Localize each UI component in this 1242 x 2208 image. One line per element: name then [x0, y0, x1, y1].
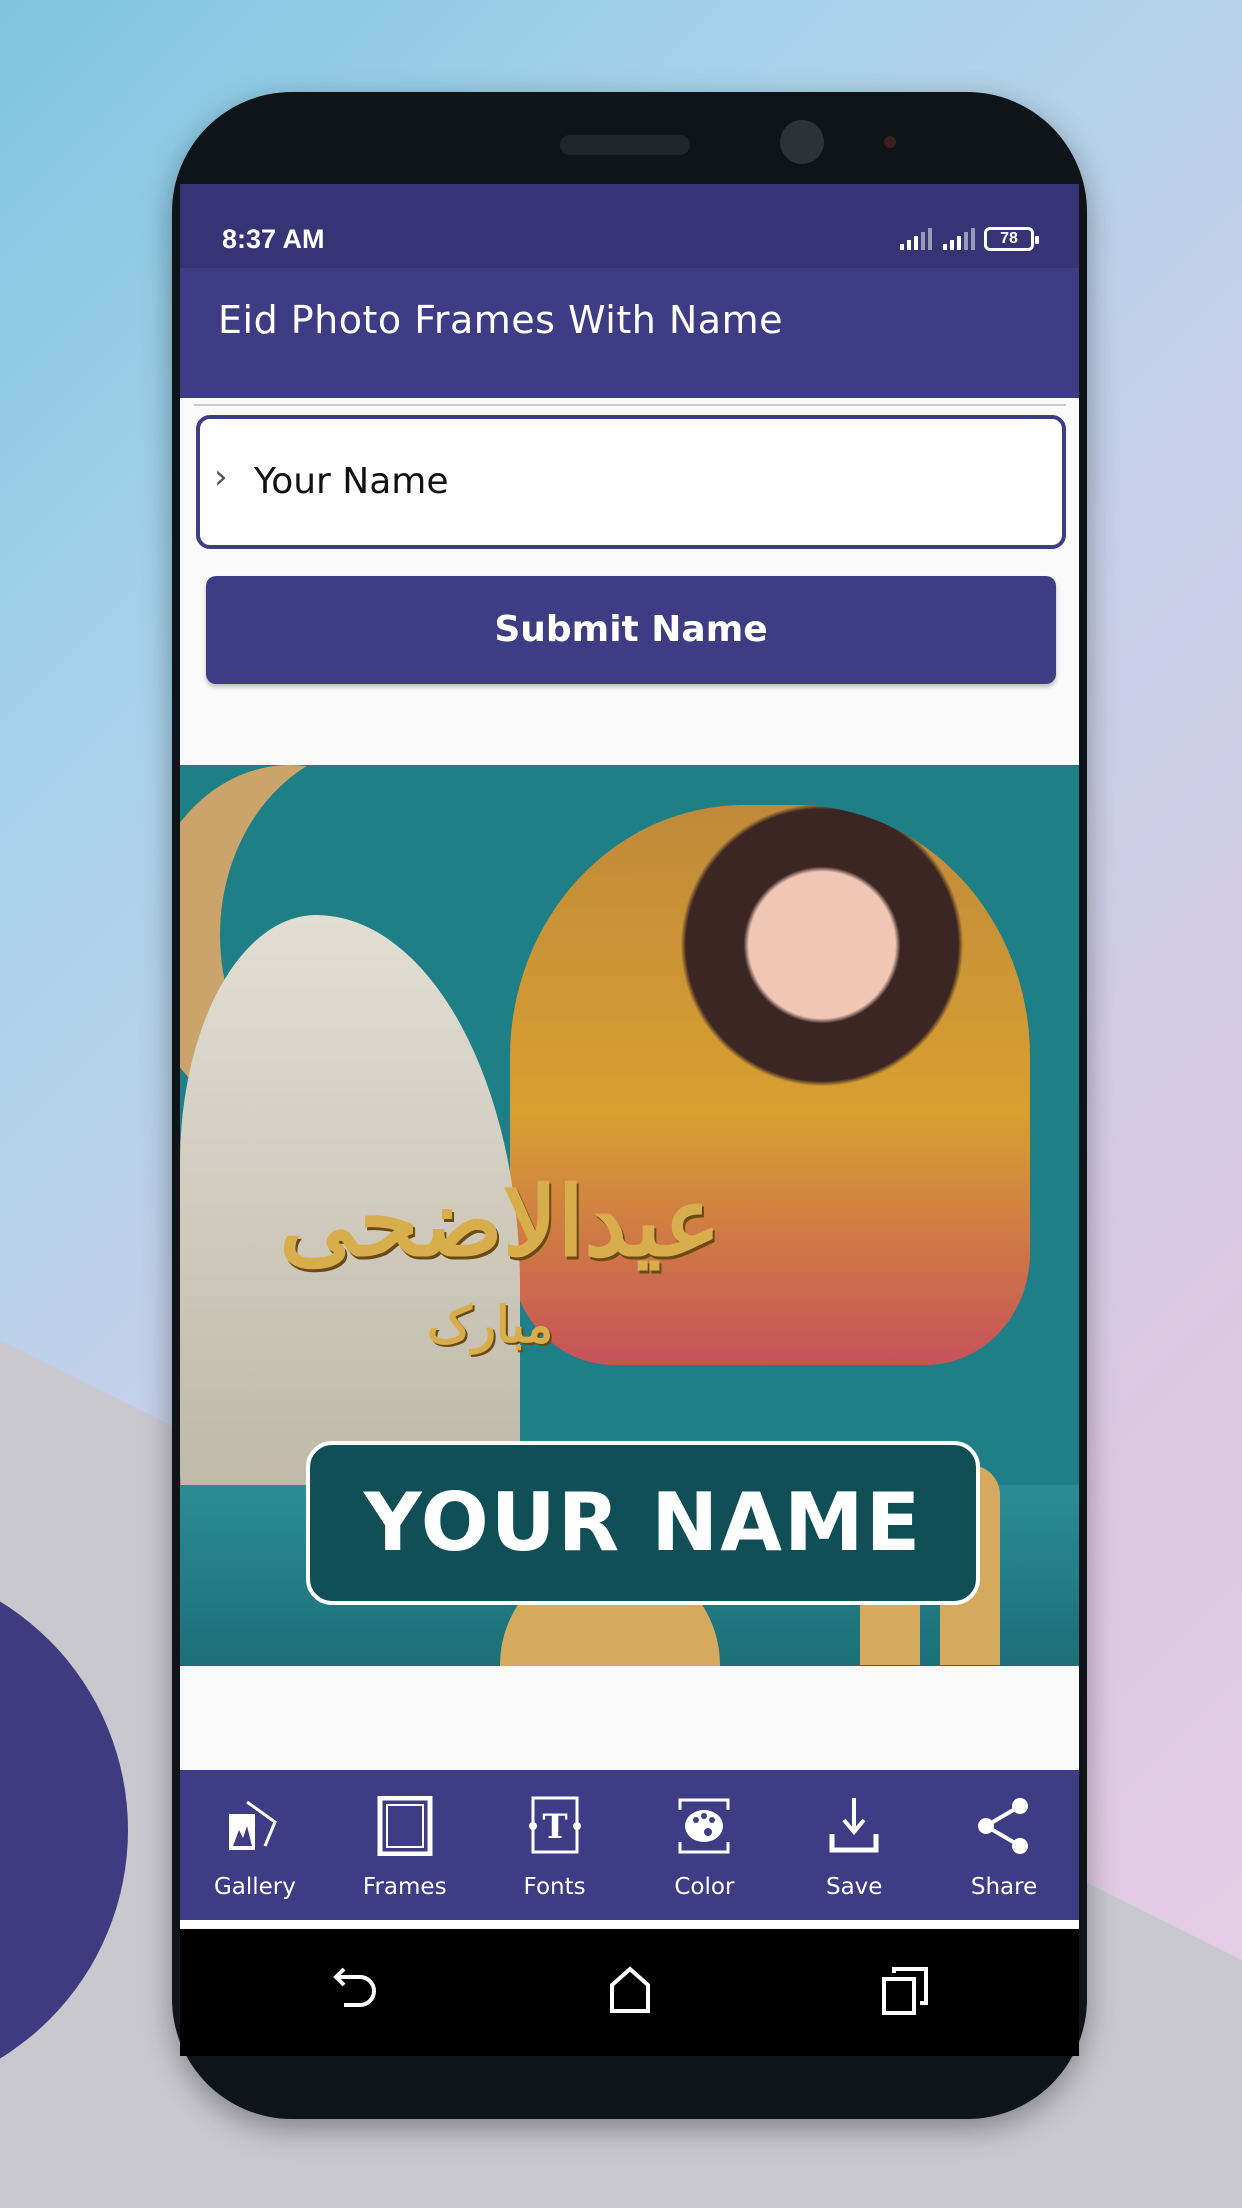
toolbar-label: Save: [825, 1874, 883, 1900]
toolbar-label: Fonts: [523, 1874, 586, 1900]
divider: [194, 404, 1066, 406]
share-icon: [978, 1798, 1029, 1854]
gallery-icon: [228, 1800, 277, 1850]
frame-preview[interactable]: عیدالاضحی مبارک YOUR NAME: [180, 765, 1079, 1666]
toolbar-label: Frames: [362, 1874, 447, 1900]
page-title: Eid Photo Frames With Name: [218, 298, 783, 342]
mubarak-calligraphy: مبارک: [426, 1295, 553, 1354]
system-nav-bar: [180, 1929, 1079, 2056]
toolbar-bottom-border: [180, 1920, 1079, 1928]
phone-sensor: [884, 136, 896, 148]
status-time: 8:37 AM: [222, 224, 325, 254]
status-bar: 8:37 AM 78: [180, 184, 1079, 268]
toolbar-frames[interactable]: Frames: [330, 1770, 480, 1920]
download-icon: [829, 1798, 879, 1853]
toolbar-save[interactable]: Save: [779, 1770, 929, 1920]
toolbar-label: Share: [970, 1874, 1038, 1900]
home-icon[interactable]: [604, 1965, 656, 2017]
toolbar-fonts[interactable]: T Fonts: [480, 1770, 630, 1920]
signal-icon: [900, 228, 932, 250]
recents-icon[interactable]: [880, 1965, 932, 2017]
palette-icon: [678, 1798, 730, 1854]
phone-speaker: [560, 135, 690, 155]
name-label[interactable]: YOUR NAME: [306, 1441, 980, 1605]
chevron-right-icon: ›: [214, 457, 228, 497]
signal-icon-2: [943, 228, 975, 250]
name-input[interactable]: › Your Name: [196, 415, 1066, 549]
bottom-toolbar: Gallery Frames T Fonts Color Save Share: [180, 1770, 1079, 1920]
back-icon[interactable]: [330, 1965, 382, 2017]
battery-icon: 78: [984, 227, 1039, 251]
app-bar: Eid Photo Frames With Name: [180, 268, 1079, 398]
toolbar-gallery[interactable]: Gallery: [180, 1770, 330, 1920]
eid-calligraphy: عیدالاضحی: [279, 1165, 721, 1278]
frame-icon: [377, 1796, 433, 1856]
font-icon: T: [528, 1796, 581, 1854]
toolbar-share[interactable]: Share: [929, 1770, 1079, 1920]
phone-camera: [780, 120, 824, 164]
toolbar-color[interactable]: Color: [629, 1770, 779, 1920]
app-screen: 8:37 AM 78 Eid Photo Frames With Name › …: [180, 184, 1079, 2056]
svg-text:T: T: [542, 1807, 567, 1847]
name-input-value[interactable]: Your Name: [254, 461, 449, 502]
photo-subject: [510, 805, 1030, 1365]
toolbar-label: Gallery: [213, 1874, 296, 1900]
submit-name-button[interactable]: Submit Name: [206, 576, 1056, 684]
toolbar-label: Color: [674, 1874, 735, 1900]
